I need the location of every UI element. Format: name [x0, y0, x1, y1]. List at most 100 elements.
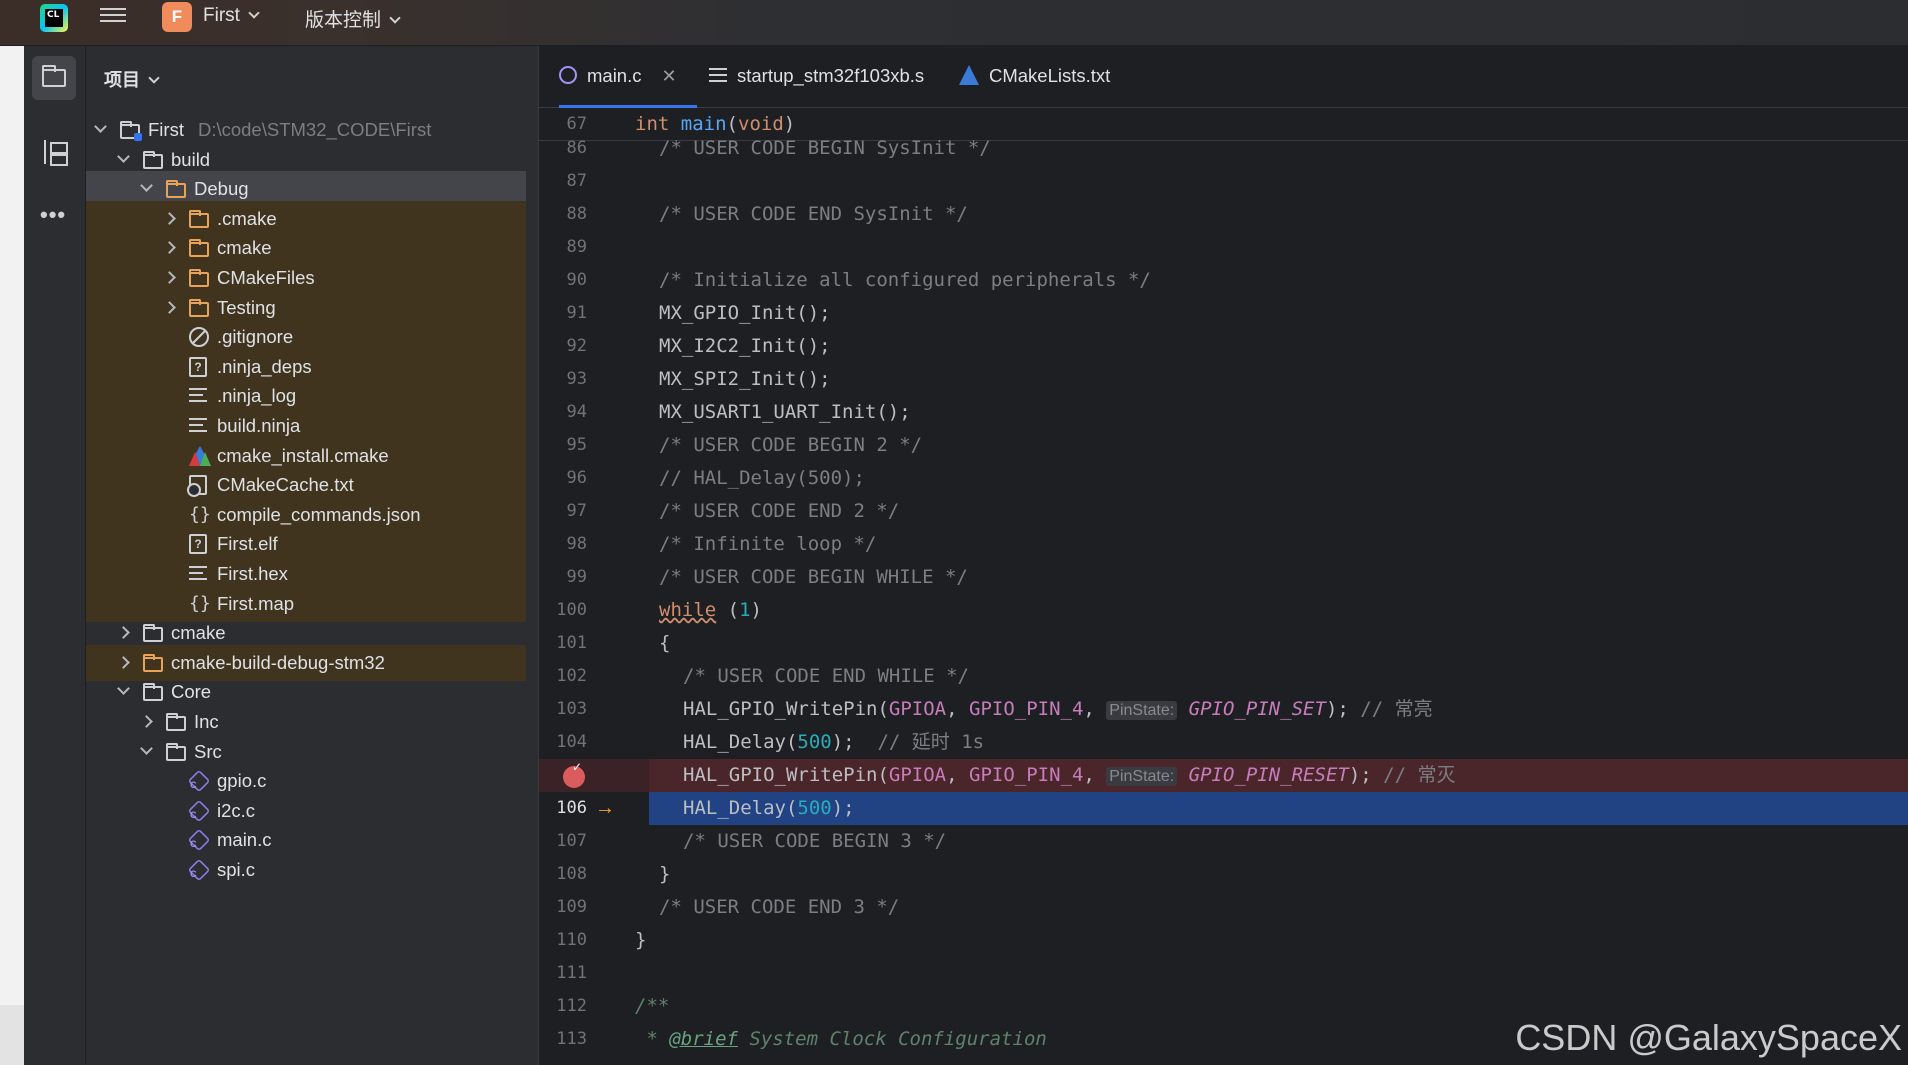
code-line[interactable]: 97 /* USER CODE END 2 */ [539, 495, 1908, 528]
line-number[interactable]: 113 [545, 1023, 587, 1056]
tab-label: startup_stm32f103xb.s [737, 65, 925, 86]
vcs-menu[interactable]: 版本控制 [305, 5, 401, 32]
code-area[interactable]: 67 int main(void) 86/* USER CODE BEGIN S… [539, 108, 1908, 1065]
project-badge-icon[interactable]: F [162, 2, 192, 32]
more-icon: ••• [40, 202, 67, 227]
tab-startup-stm32f103xb-s[interactable]: startup_stm32f103xb.s [709, 46, 944, 108]
line-number[interactable]: 100 [545, 594, 587, 627]
current-execution-line[interactable]: 106 → HAL_Delay(500); [539, 792, 1908, 825]
code-line[interactable]: 108} [539, 858, 1908, 891]
code-line[interactable]: 107 /* USER CODE BEGIN 3 */ [539, 825, 1908, 858]
code-line[interactable]: 99 /* USER CODE BEGIN WHILE */ [539, 561, 1908, 594]
line-number[interactable]: 94 [545, 396, 587, 429]
more-tools-button[interactable]: ••• [32, 190, 76, 234]
code-line[interactable]: 101 { [539, 627, 1908, 660]
tree-item-name: First.map [217, 592, 295, 614]
line-number[interactable]: 112 [545, 990, 587, 1023]
tab-main-c[interactable]: main.c ✕ [559, 46, 697, 108]
code-line[interactable]: 109 /* USER CODE END 3 */ [539, 891, 1908, 924]
code-line[interactable]: 98 /* Infinite loop */ [539, 528, 1908, 561]
tab-cmakelists-txt[interactable]: CMakeLists.txt [959, 46, 1130, 108]
line-number[interactable]: 90 [545, 264, 587, 297]
line-number[interactable]: 95 [545, 429, 587, 462]
code-text: { [659, 632, 671, 654]
text-file-icon [189, 566, 207, 582]
tree-item-path: D:\code\STM32_CODE\First [197, 119, 432, 140]
line-number[interactable]: 93 [545, 363, 587, 396]
folder-orange-icon [189, 298, 209, 317]
code-text: * @brief System Clock Configuration [635, 1028, 1047, 1050]
chevron-right-icon[interactable] [163, 241, 176, 255]
project-tool-button[interactable] [32, 56, 76, 100]
line-number[interactable]: 107 [545, 825, 587, 858]
project-view-selector[interactable]: 项目 [104, 66, 160, 92]
code-line[interactable]: 90 /* Initialize all configured periphera… [539, 264, 1908, 297]
code-line[interactable]: 111 [539, 957, 1908, 990]
code-text: MX_USART1_UART_Init(); [659, 401, 911, 423]
line-number[interactable]: 104 [545, 726, 587, 759]
code-line[interactable]: 89 [539, 231, 1908, 264]
line-number[interactable]: 103 [545, 693, 587, 726]
line-number[interactable]: 99 [545, 561, 587, 594]
code-text: /* USER CODE BEGIN 2 */ [659, 434, 923, 456]
code-text: } [659, 863, 671, 885]
line-number[interactable]: 102 [545, 660, 587, 693]
chevron-right-icon[interactable] [163, 271, 176, 284]
chevron-down-icon [248, 7, 260, 19]
code-line[interactable]: 88 /* USER CODE END SysInit */ [539, 198, 1908, 231]
tree-item-name: spi.c [217, 859, 256, 880]
chevron-right-icon[interactable] [140, 715, 153, 728]
code-line[interactable]: 104 HAL_Delay(500); // 延时 1s [539, 726, 1908, 759]
line-number[interactable]: 89 [545, 231, 587, 264]
chevron-down-icon[interactable] [140, 179, 153, 193]
code-line[interactable]: 95 /* USER CODE BEGIN 2 */ [539, 429, 1908, 462]
code-text: /** [635, 995, 670, 1017]
close-icon[interactable]: ✕ [662, 66, 677, 86]
chevron-right-icon[interactable] [117, 655, 130, 669]
line-number[interactable]: 86 [545, 132, 587, 165]
tree-item[interactable]: spi.c [86, 852, 526, 888]
line-number[interactable]: 101 [545, 627, 587, 660]
line-number[interactable]: 98 [545, 528, 587, 561]
code-line[interactable]: 87 [539, 165, 1908, 198]
project-switcher[interactable]: First [203, 5, 260, 27]
code-line[interactable]: 91 MX_GPIO_Init(); [539, 297, 1908, 330]
chevron-down-icon[interactable] [140, 741, 153, 755]
line-number[interactable]: 108 [545, 858, 587, 891]
tree-item-name: cmake_install.cmake [217, 444, 389, 466]
line-number[interactable]: 87 [545, 165, 587, 198]
main-menu-icon[interactable] [100, 4, 126, 28]
line-number[interactable]: 110 [545, 924, 587, 957]
chevron-right-icon[interactable] [117, 626, 130, 640]
code-line[interactable]: 110} [539, 924, 1908, 957]
line-number[interactable]: 106 [545, 792, 587, 825]
chevron-down-icon[interactable] [117, 149, 130, 163]
line-number[interactable]: 92 [545, 330, 587, 363]
line-number[interactable]: 111 [545, 957, 587, 990]
folder-orange-icon [166, 180, 186, 199]
line-number[interactable]: 109 [545, 891, 587, 924]
chevron-right-icon[interactable] [163, 211, 176, 225]
code-line[interactable]: 93 MX_SPI2_Init(); [539, 363, 1908, 396]
chevron-down-icon[interactable] [94, 120, 107, 133]
line-number[interactable]: 91 [545, 297, 587, 330]
breakpoint-icon[interactable] [563, 760, 585, 788]
tree-item-name: build.ninja [217, 415, 301, 436]
text-file-icon [189, 418, 207, 434]
chevron-right-icon[interactable] [163, 300, 176, 314]
structure-tool-button[interactable] [32, 130, 76, 174]
tab-label: main.c [587, 65, 642, 86]
code-line[interactable]: 100 while (1) [539, 594, 1908, 627]
line-number[interactable]: 96 [545, 462, 587, 495]
code-line[interactable]: 103 HAL_GPIO_WritePin(GPIOA, GPIO_PIN_4, … [539, 693, 1908, 726]
line-number[interactable]: 88 [545, 198, 587, 231]
code-line[interactable]: 96 // HAL_Delay(500); [539, 462, 1908, 495]
code-text: while (1) [659, 599, 762, 621]
line-number[interactable]: 97 [545, 495, 587, 528]
code-line[interactable]: 94 MX_USART1_UART_Init(); [539, 396, 1908, 429]
code-line[interactable]: 92 MX_I2C2_Init(); [539, 330, 1908, 363]
code-line[interactable]: 102 /* USER CODE END WHILE */ [539, 660, 1908, 693]
chevron-down-icon[interactable] [117, 682, 130, 696]
breakpoint-line[interactable]: HAL_GPIO_WritePin(GPIOA, GPIO_PIN_4, Pin… [539, 759, 1908, 792]
code-line[interactable]: 86 /* USER CODE BEGIN SysInit */ [539, 132, 1908, 165]
